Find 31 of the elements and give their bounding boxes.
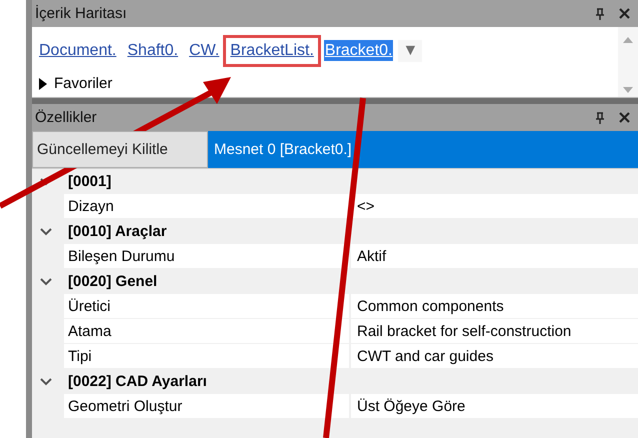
- lock-updates-button[interactable]: Güncellemeyi Kilitle: [32, 131, 208, 168]
- breadcrumb-link[interactable]: BracketList.: [229, 40, 315, 61]
- property-name: Üretici: [64, 294, 351, 318]
- favorites-node[interactable]: Favoriler: [38, 75, 612, 92]
- property-name: Atama: [64, 319, 351, 343]
- property-name: Geometri Oluştur: [64, 394, 351, 418]
- breadcrumb-link[interactable]: Document.: [38, 40, 118, 61]
- property-value[interactable]: CWT and car guides: [351, 344, 638, 368]
- property-name: Tipi: [64, 344, 351, 368]
- property-value[interactable]: Üst Öğeye Göre: [351, 394, 638, 418]
- property-value[interactable]: Rail bracket for self-construction: [351, 319, 638, 343]
- breadcrumb-link[interactable]: Shaft0.: [126, 40, 180, 61]
- pin-icon[interactable]: [595, 112, 605, 124]
- property-name: Bileşen Durumu: [64, 244, 351, 268]
- splitter-bar[interactable]: [32, 97, 638, 104]
- property-value[interactable]: Common components: [351, 294, 638, 318]
- property-value[interactable]: Aktif: [351, 244, 638, 268]
- category-title: [0022] CAD Ayarları: [68, 373, 207, 390]
- close-icon[interactable]: [619, 8, 630, 19]
- panel-title: İçerik Haritası: [35, 5, 128, 22]
- category-title: [0001]: [68, 173, 112, 190]
- breadcrumb-link[interactable]: CW.: [188, 40, 220, 61]
- pin-icon[interactable]: [595, 8, 605, 20]
- category-title: [0010] Araçlar: [68, 223, 167, 240]
- panel-title: Özellikler: [35, 109, 98, 126]
- breadcrumb-link[interactable]: Bracket0.: [324, 40, 394, 61]
- property-value[interactable]: <>: [351, 194, 638, 218]
- expand-arrow-icon: [38, 78, 48, 90]
- property-name: Dizayn: [64, 194, 351, 218]
- category-title: [0020] Genel: [68, 273, 158, 290]
- close-icon[interactable]: [619, 112, 630, 123]
